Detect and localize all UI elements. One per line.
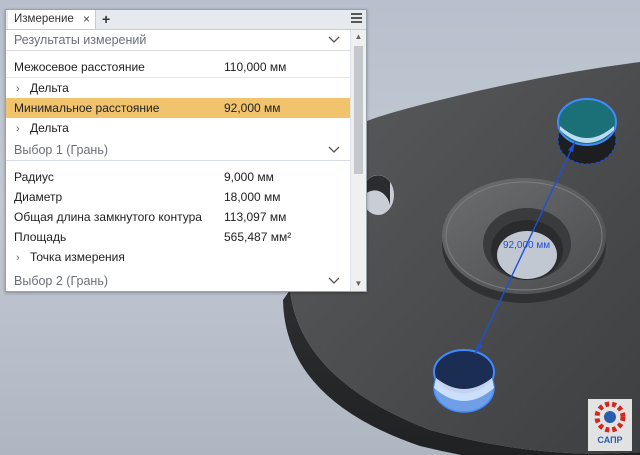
measure-panel: Измерение × + Результаты измерений Межос…	[5, 9, 367, 292]
section-title: Результаты измерений	[14, 33, 147, 47]
property-row: Общая длина замкнутого контура 113,097 м…	[14, 210, 287, 224]
result-row[interactable]: Межосевое расстояние 110,000 мм	[6, 57, 350, 78]
property-row: Диаметр 18,000 мм	[14, 190, 281, 204]
section-title: Выбор 2 (Грань)	[14, 274, 108, 288]
selected-hole-bottom[interactable]	[433, 349, 495, 413]
chevron-down-icon[interactable]	[328, 30, 340, 50]
tab-label: Измерение	[14, 13, 74, 25]
measure-point-expander[interactable]: › Точка измерения	[6, 247, 350, 267]
svg-text:САПР: САПР	[597, 435, 622, 445]
dimension-label: 92,000 мм	[503, 240, 550, 251]
chevron-down-icon[interactable]	[328, 140, 340, 160]
vertical-scrollbar[interactable]: ▲ ▼	[350, 30, 366, 291]
panel-content: Результаты измерений Межосевое расстояни…	[6, 30, 350, 291]
section-selection1-header[interactable]: Выбор 1 (Грань)	[6, 140, 350, 161]
tab-bar: Измерение × +	[6, 10, 366, 30]
close-icon[interactable]: ×	[83, 12, 90, 26]
scroll-thumb[interactable]	[354, 46, 363, 174]
scroll-down-icon[interactable]: ▼	[351, 277, 366, 291]
section-results-header[interactable]: Результаты измерений	[6, 30, 350, 51]
section-title: Выбор 1 (Грань)	[14, 143, 108, 157]
selected-hole-top[interactable]	[557, 98, 617, 165]
chevron-right-icon[interactable]: ›	[16, 248, 30, 268]
chevron-right-icon[interactable]: ›	[16, 79, 30, 99]
delta-expander[interactable]: › Дельта	[6, 78, 350, 98]
add-tab-icon[interactable]: +	[102, 11, 110, 27]
chevron-right-icon[interactable]: ›	[16, 119, 30, 139]
delta-expander[interactable]: › Дельта	[6, 118, 350, 138]
chevron-down-icon[interactable]	[328, 271, 340, 291]
sapr-logo: САПР	[588, 399, 632, 451]
property-row: Радиус 9,000 мм	[14, 170, 274, 184]
section-selection2-header[interactable]: Выбор 2 (Грань)	[6, 271, 350, 291]
menu-icon[interactable]	[351, 13, 362, 24]
result-row-selected[interactable]: Минимальное расстояние 92,000 мм	[6, 98, 350, 118]
property-row: Площадь 565,487 мм²	[14, 230, 292, 244]
scroll-up-icon[interactable]: ▲	[351, 30, 366, 44]
tab-measure[interactable]: Измерение ×	[8, 10, 96, 29]
